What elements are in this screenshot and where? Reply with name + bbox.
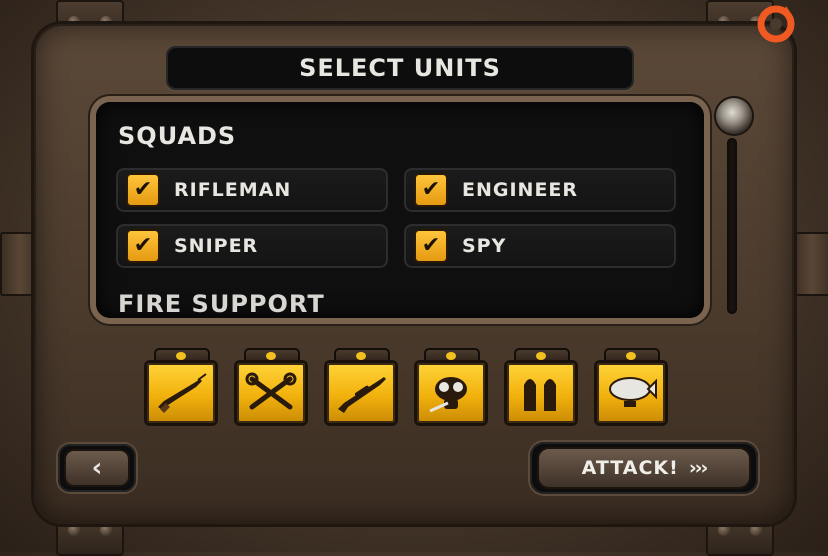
rifleman-label: RIFLEMAN [174,179,292,201]
unit-row-spy[interactable]: ✔ SPY [404,224,676,268]
spy-checkbox[interactable]: ✔ [414,229,448,263]
unit-row-engineer[interactable]: ✔ ENGINEER [404,168,676,212]
page-title: SELECT UNITS [299,54,501,82]
unit-selection-panel[interactable]: SQUADS ✔ RIFLEMAN ✔ ENGINEER ✔ SNIPER ✔ … [96,102,704,318]
fire-support-section-title: FIRE SUPPORT [118,290,325,318]
crate-body [594,360,668,426]
engineer-checkbox[interactable]: ✔ [414,173,448,207]
crate-engineer[interactable] [234,348,308,426]
sniper-checkbox[interactable]: ✔ [126,229,160,263]
back-button[interactable]: ‹ [58,444,136,492]
crate-body [144,360,218,426]
gas-mask-icon [429,377,467,413]
crate-body [324,360,398,426]
unit-row-rifleman[interactable]: ✔ RIFLEMAN [116,168,388,212]
origin-logo-icon [757,5,795,43]
zeppelin-icon [609,377,657,407]
rifleman-checkbox[interactable]: ✔ [126,173,160,207]
crate-sniper[interactable] [324,348,398,426]
unit-tray [120,348,700,426]
unit-row-sniper[interactable]: ✔ SNIPER [116,224,388,268]
scrollbar-track[interactable] [727,138,737,314]
crate-spy[interactable] [414,348,488,426]
scrollbar-knob[interactable] [716,98,752,134]
squads-section-title: SQUADS [118,122,237,150]
attack-label: ATTACK! [581,457,679,479]
title-bar: SELECT UNITS [166,46,634,90]
engineer-label: ENGINEER [462,179,579,201]
crate-body [504,360,578,426]
attack-button[interactable]: ATTACK! ››› [530,442,758,494]
sniper-label: SNIPER [174,235,259,257]
right-hinge [792,232,828,296]
wrench-tools-icon [245,372,297,410]
triple-chevron-icon: ››› [688,457,708,479]
crate-airship[interactable] [594,348,668,426]
crate-body [234,360,308,426]
artillery-shells-icon [524,379,556,411]
back-arrow-icon: ‹ [64,449,130,487]
crate-body [414,360,488,426]
crate-rifleman[interactable] [144,348,218,426]
attack-button-face: ATTACK! ››› [537,447,751,489]
crate-artillery[interactable] [504,348,578,426]
sniper-rifle-icon [338,377,386,413]
spy-label: SPY [462,235,507,257]
rifle-bayonet-icon [158,373,207,413]
